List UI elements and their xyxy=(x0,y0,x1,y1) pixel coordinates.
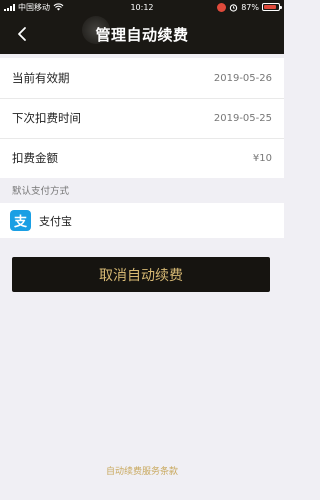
chevron-left-icon xyxy=(18,27,26,41)
detail-value: ¥10 xyxy=(252,152,272,164)
detail-label: 扣费金额 xyxy=(12,151,58,165)
detail-value: 2019-05-26 xyxy=(213,72,272,84)
detail-value: 2019-05-25 xyxy=(213,112,272,124)
alipay-icon: 支 xyxy=(10,210,31,231)
detail-row-amount: 扣费金额 ¥10 xyxy=(0,138,284,178)
status-right: 87% xyxy=(217,2,282,12)
alarm-icon xyxy=(230,3,238,12)
subscription-details: 当前有效期 2019-05-26 下次扣费时间 2019-05-25 扣费金额 … xyxy=(0,58,284,178)
battery-fill xyxy=(264,5,277,9)
detail-label: 下次扣费时间 xyxy=(12,111,81,125)
battery-icon xyxy=(262,3,282,11)
wifi-icon xyxy=(53,3,64,11)
cancel-auto-renew-button[interactable]: 取消自动续费 xyxy=(12,257,270,292)
record-indicator-icon xyxy=(217,2,227,12)
payment-method-name: 支付宝 xyxy=(39,214,72,228)
detail-row-next-charge: 下次扣费时间 2019-05-25 xyxy=(0,98,284,138)
carrier-label: 中国移动 xyxy=(18,2,50,12)
terms-link[interactable]: 自动续费服务条款 xyxy=(0,464,284,477)
signal-icon xyxy=(4,3,15,11)
back-button[interactable] xyxy=(8,20,36,48)
detail-label: 当前有效期 xyxy=(12,71,70,85)
nav-bar: 管理自动续费 xyxy=(0,14,284,54)
payment-section-label: 默认支付方式 xyxy=(12,186,70,197)
touch-ripple xyxy=(82,16,110,44)
detail-row-expiry: 当前有效期 2019-05-26 xyxy=(0,58,284,98)
payment-method-section: 支 支付宝 xyxy=(0,203,284,238)
payment-method-row[interactable]: 支 支付宝 xyxy=(0,203,284,238)
battery-percent: 87% xyxy=(241,2,259,12)
status-left: 中国移动 xyxy=(4,2,64,13)
status-bar: 中国移动 10:12 87% xyxy=(0,0,284,14)
